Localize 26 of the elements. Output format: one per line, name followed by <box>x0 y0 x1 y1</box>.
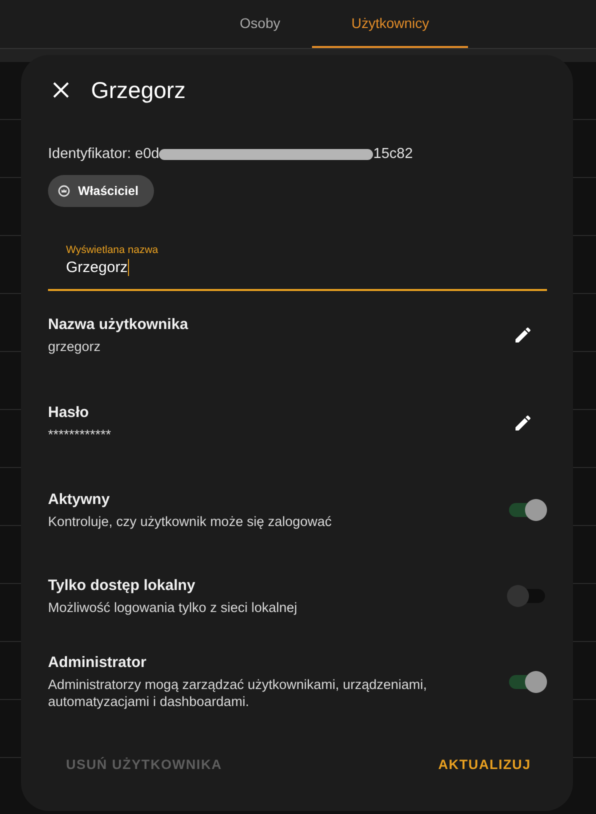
edit-icon[interactable] <box>513 413 533 433</box>
setting-label: Administrator <box>48 654 148 671</box>
field-value: ************ <box>48 426 112 442</box>
toggle-switch[interactable] <box>507 584 547 608</box>
update-button[interactable]: AKTUALIZUJ <box>430 748 539 780</box>
toggle-switch[interactable] <box>507 670 547 694</box>
identifier-suffix: 15c82 <box>373 146 413 162</box>
setting-description: Możliwość logowania tylko z sieci lokalnej <box>48 598 298 616</box>
field-label: Wyświetlana nazwa <box>66 244 160 256</box>
field-value: grzegorz <box>48 338 102 354</box>
owner-chip: Właściciel <box>48 175 154 207</box>
tab[interactable]: Osoby <box>208 0 312 48</box>
edit-icon[interactable] <box>513 325 533 345</box>
setting-description: Administratorzy mogą zarządzać użytkownikami, urządzeniami, automatyzacjami i dashboardami. <box>48 676 428 710</box>
setting-description: Kontroluje, czy użytkownik może się zalogować <box>48 512 332 530</box>
field-label: Hasło <box>48 404 90 420</box>
field-label: Nazwa użytkownika <box>48 316 188 332</box>
display-name-field[interactable]: Wyświetlana nazwa Grzegorz <box>48 235 547 291</box>
crown-icon <box>58 185 70 197</box>
identifier-label: Identyfikator: e0d <box>48 146 160 162</box>
toggle-switch[interactable] <box>507 498 547 522</box>
field-value: Grzegorz <box>66 259 129 276</box>
setting-label: Tylko dostęp lokalny <box>48 576 196 594</box>
setting-label: Aktywny <box>48 490 111 508</box>
dialog-title: Grzegorz <box>91 76 186 104</box>
close-icon[interactable] <box>53 82 69 98</box>
